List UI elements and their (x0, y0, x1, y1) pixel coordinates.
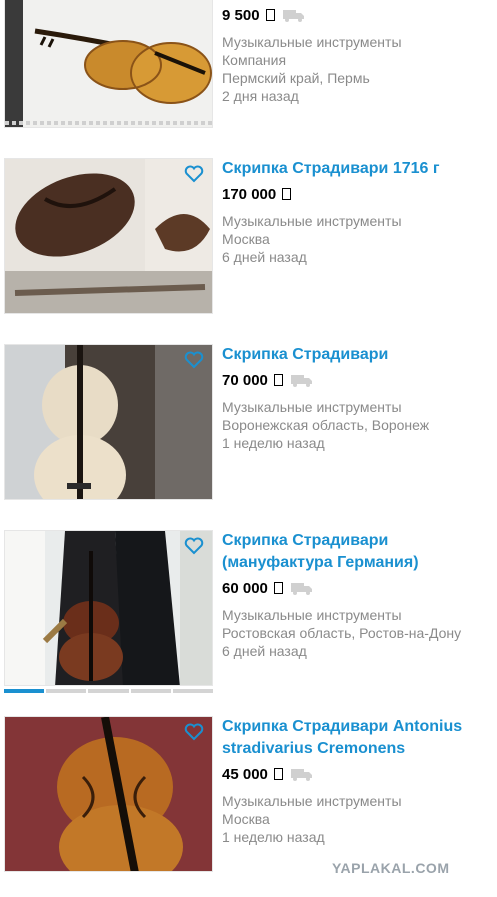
listing-category: Музыкальные инструменты (222, 34, 402, 50)
listing-card[interactable]: 9 500 Музыкальные инструменты Компания П… (0, 0, 497, 130)
violin-photo (5, 717, 212, 871)
listing-title-link[interactable]: Скрипка Страдивари 1716 г (222, 158, 492, 180)
listing-thumbnail[interactable] (4, 158, 213, 314)
listing-thumbnail[interactable] (4, 530, 213, 686)
listing-category: Музыкальные инструменты (222, 793, 402, 809)
listing-date: 2 дня назад (222, 88, 299, 104)
listing-location: Москва (222, 231, 270, 247)
carousel-dot[interactable] (4, 689, 45, 693)
watermark: YAPLAKAL.COM (332, 860, 450, 876)
ruble-icon (265, 9, 275, 21)
listing-location: Ростовская область, Ростов-на-Дону (222, 625, 462, 641)
price: 45 000 (222, 765, 268, 783)
violin-photo (5, 345, 212, 499)
listing-date: 6 дней назад (222, 643, 307, 659)
heart-outline-icon[interactable] (184, 165, 204, 183)
carousel-dot[interactable] (172, 689, 214, 693)
carousel-dot[interactable] (88, 689, 129, 693)
heart-outline-icon[interactable] (184, 537, 204, 555)
truck-icon (290, 768, 312, 781)
listing-card[interactable]: Скрипка Страдивари (мануфактура Германия… (0, 530, 497, 693)
heart-outline-icon[interactable] (184, 723, 204, 741)
ruble-icon (273, 582, 283, 594)
truck-icon (282, 9, 304, 22)
listing-title-link[interactable]: Скрипка Страдивари (222, 344, 492, 366)
listing-title-line: Скрипка Страдивари Antonius (222, 718, 463, 735)
truck-icon (290, 582, 312, 595)
listing-title-line: stradivarius Cremonens (222, 740, 406, 757)
listing-card[interactable]: Скрипка Страдивари 1716 г 170 000 Музыка… (0, 158, 497, 318)
ruble-icon (273, 768, 283, 780)
listing-title-line: (мануфактура Германия) (222, 554, 419, 571)
violin-photo (5, 0, 212, 127)
listing-thumbnail[interactable] (4, 716, 213, 872)
price-row: 170 000 (222, 183, 492, 205)
carousel-dot[interactable] (46, 689, 87, 693)
listing-card[interactable]: Скрипка Страдивари 70 000 Музыкальные ин… (0, 344, 497, 504)
listing-location: Воронежская область, Воронеж (222, 417, 430, 433)
listing-card[interactable]: Скрипка Страдивари Antonius stradivarius… (0, 716, 497, 876)
listing-thumbnail[interactable] (4, 0, 213, 128)
listing-date: 1 неделю назад (222, 435, 325, 451)
listing-title-link[interactable]: Скрипка Страдивари (мануфактура Германия… (222, 530, 492, 574)
price: 170 000 (222, 185, 277, 203)
listing-seller-type: Компания (222, 52, 287, 68)
price-row: 45 000 (222, 763, 492, 785)
listing-category: Музыкальные инструменты (222, 607, 402, 623)
listing-category: Музыкальные инструменты (222, 213, 402, 229)
violin-photo (5, 159, 212, 313)
listing-date: 1 неделю назад (222, 829, 325, 845)
price: 70 000 (222, 371, 268, 389)
heart-outline-icon[interactable] (184, 351, 204, 369)
listing-title-link[interactable]: Скрипка Страдивари Antonius stradivarius… (222, 716, 492, 760)
listing-title-line: Скрипка Страдивари (222, 532, 389, 549)
carousel-dot[interactable] (130, 689, 171, 693)
image-carousel-indicator[interactable] (4, 689, 214, 693)
price-row: 60 000 (222, 577, 492, 599)
ruble-icon (282, 188, 292, 200)
listing-location: Москва (222, 811, 270, 827)
listing-location: Пермский край, Пермь (222, 70, 370, 86)
price-row: 9 500 (222, 4, 492, 26)
price: 60 000 (222, 579, 268, 597)
truck-icon (290, 374, 312, 387)
price-row: 70 000 (222, 369, 492, 391)
listing-date: 6 дней назад (222, 249, 307, 265)
violin-photo (5, 531, 212, 685)
listing-thumbnail[interactable] (4, 344, 213, 500)
listing-category: Музыкальные инструменты (222, 399, 402, 415)
price: 9 500 (222, 6, 260, 24)
ruble-icon (273, 374, 283, 386)
